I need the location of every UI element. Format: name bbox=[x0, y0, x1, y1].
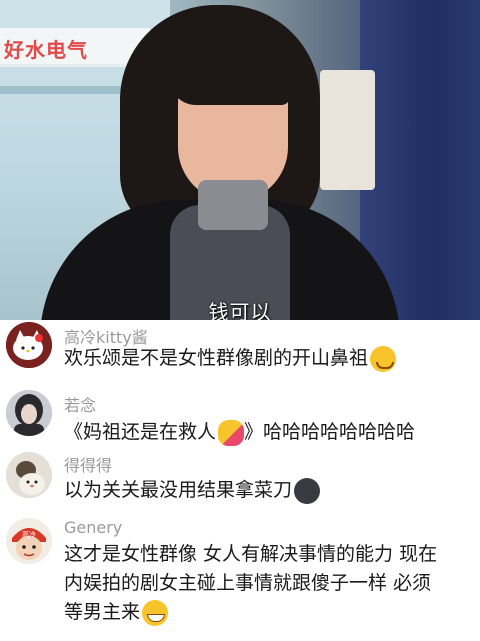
comment-text: 以为关关最没用结果拿菜刀 bbox=[64, 476, 321, 505]
background-sign-text: 好水电气 bbox=[4, 38, 88, 62]
comment-text-before: 《妈祖还是在救人 bbox=[64, 421, 217, 443]
comment-text: 欢乐颂是不是女性群像剧的开山鼻祖 bbox=[64, 344, 397, 373]
comment-item[interactable]: 高冷 Genery 这才是女性群像 女人有解决事情的能力 现在 内娱拍的剧女主碰… bbox=[0, 516, 480, 641]
comment-username[interactable]: 得得得 bbox=[64, 452, 112, 476]
background-bag bbox=[320, 70, 375, 190]
dark-face-emoji-icon bbox=[294, 477, 321, 504]
avatar[interactable] bbox=[6, 322, 52, 368]
cartoon-boy-avatar-icon: 高冷 bbox=[6, 518, 52, 564]
video-frame[interactable]: 好水电气 钱可以 bbox=[0, 0, 480, 320]
comment-username[interactable]: Genery bbox=[64, 518, 122, 537]
hello-kitty-avatar-icon bbox=[6, 322, 52, 368]
portrait-avatar-icon bbox=[6, 390, 52, 436]
plush-toy-avatar-icon bbox=[6, 452, 52, 498]
crying-face-emoji-icon bbox=[370, 345, 397, 372]
hugging-face-emoji-icon bbox=[218, 419, 245, 446]
comment-text-body: 以为关关最没用结果拿菜刀 bbox=[64, 479, 293, 501]
avatar[interactable]: 高冷 bbox=[6, 518, 52, 564]
comment-text-line-1: 这才是女性群像 女人有解决事情的能力 现在 bbox=[64, 543, 438, 565]
video-subtitle: 钱可以 bbox=[208, 300, 272, 320]
comment-text-line-2: 内娱拍的剧女主碰上事情就跟傻子一样 必须 bbox=[64, 572, 432, 594]
avatar[interactable] bbox=[6, 390, 52, 436]
comment-username[interactable]: 若念 bbox=[64, 392, 96, 416]
avatar-badge-text: 高冷 bbox=[22, 530, 36, 539]
grinning-face-emoji-icon bbox=[142, 599, 169, 626]
actress-turtleneck bbox=[198, 180, 268, 230]
avatar[interactable] bbox=[6, 452, 52, 498]
comment-text-after: 》哈哈哈哈哈哈哈哈 bbox=[244, 421, 416, 443]
comment-text: 《妈祖还是在救人 》哈哈哈哈哈哈哈哈 bbox=[64, 418, 415, 447]
comment-text-line-3-body: 等男主来 bbox=[64, 601, 141, 623]
comment-item[interactable]: 高冷kitty酱 欢乐颂是不是女性群像剧的开山鼻祖 bbox=[0, 320, 480, 382]
comment-item[interactable]: 得得得 以为关关最没用结果拿菜刀 bbox=[0, 450, 480, 510]
comment-text-body: 欢乐颂是不是女性群像剧的开山鼻祖 bbox=[64, 347, 369, 369]
comment-text-line-3: 等男主来 bbox=[64, 598, 169, 627]
comment-list: 高冷kitty酱 欢乐颂是不是女性群像剧的开山鼻祖 若念 《妈祖还是在救人 》哈哈… bbox=[0, 320, 480, 641]
comment-item[interactable]: 若念 《妈祖还是在救人 》哈哈哈哈哈哈哈哈 bbox=[0, 388, 480, 450]
